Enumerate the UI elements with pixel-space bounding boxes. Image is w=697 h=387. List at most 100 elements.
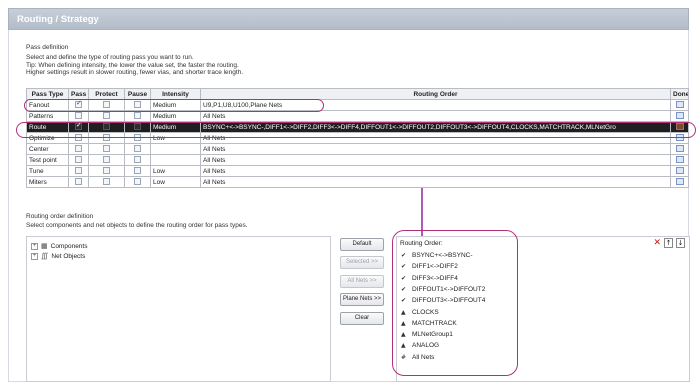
done-checkbox[interactable] xyxy=(675,155,684,163)
pause-checkbox[interactable] xyxy=(134,145,141,153)
protect-checkbox[interactable] xyxy=(103,167,110,175)
order-list-item[interactable]: ✔ DIFFOUT1<->DIFFOUT2 xyxy=(401,286,485,293)
pass-type-cell[interactable]: Optimize xyxy=(26,132,69,144)
intensity-cell[interactable]: Low xyxy=(150,132,201,144)
order-list-item[interactable]: ✔ DIFF1<->DIFF2 xyxy=(401,263,458,270)
routing-order-cell[interactable]: BSYNC+<->BSYNC-,DIFF1<->DIFF2,DIFF3<->DI… xyxy=(200,121,671,133)
routing-order-cell[interactable]: All Nets xyxy=(200,154,671,166)
pause-checkbox[interactable] xyxy=(134,178,141,186)
routing-order-list[interactable]: Routing Order: ✕ ↑ ↓ ✔ BSYNC+<->BSYNC- ✔ DI… xyxy=(396,236,690,382)
table-row[interactable]: Tune Low All Nets xyxy=(26,165,689,177)
pass-checkbox[interactable] xyxy=(75,101,82,109)
done-checkbox[interactable] xyxy=(675,133,684,141)
expand-icon[interactable]: + xyxy=(31,242,38,250)
order-list-item[interactable]: # All Nets xyxy=(401,354,434,361)
done-checkbox[interactable] xyxy=(675,177,684,185)
pause-checkbox[interactable] xyxy=(134,112,141,120)
pass-checkbox[interactable] xyxy=(75,178,82,186)
pass-checkbox[interactable] xyxy=(75,134,82,142)
pass-type-cell[interactable]: Route xyxy=(26,121,69,133)
object-tree[interactable]: + ▦ Components + ∭ Net Objects xyxy=(26,236,331,382)
table-row[interactable]: Fanout MediumU9,P1,U8,U100,Plane Nets xyxy=(26,99,689,111)
pass-type-cell[interactable]: Tune xyxy=(26,165,69,177)
pass-type-cell[interactable]: Test point xyxy=(26,154,69,166)
intensity-cell[interactable]: Low xyxy=(150,176,201,188)
table-row[interactable]: Optimize Low All Nets xyxy=(26,132,689,144)
protect-checkbox[interactable] xyxy=(103,145,110,153)
order-list-item[interactable]: ✔ BSYNC+<->BSYNC- xyxy=(401,252,473,259)
move-up-icon[interactable]: ↑ xyxy=(664,238,673,248)
column-header[interactable]: Intensity xyxy=(150,88,201,100)
default-button[interactable]: Default xyxy=(340,238,384,251)
pause-checkbox[interactable] xyxy=(134,167,141,175)
order-list-item[interactable]: ▲ CLOCKS xyxy=(401,309,439,316)
net-item-icon: ✔ xyxy=(401,285,407,293)
protect-checkbox[interactable] xyxy=(103,134,110,142)
tree-item-net-objects[interactable]: + ∭ Net Objects xyxy=(31,252,85,260)
done-checkbox[interactable] xyxy=(675,144,684,152)
routing-order-cell[interactable]: All Nets xyxy=(200,176,671,188)
pass-checkbox[interactable] xyxy=(75,156,82,164)
pass-checkbox[interactable] xyxy=(75,112,82,120)
intensity-cell[interactable] xyxy=(150,154,201,166)
order-list-item[interactable]: ✔ DIFF3<->DIFF4 xyxy=(401,275,458,282)
pass-type-cell[interactable]: Patterns xyxy=(26,110,69,122)
intensity-cell[interactable]: Medium xyxy=(150,121,201,133)
intensity-cell[interactable]: Medium xyxy=(150,110,201,122)
pass-type-cell[interactable]: Miters xyxy=(26,176,69,188)
pass-type-cell[interactable]: Center xyxy=(26,143,69,155)
pause-checkbox[interactable] xyxy=(134,123,141,131)
routing-order-cell[interactable]: U9,P1,U8,U100,Plane Nets xyxy=(200,99,671,111)
done-checkbox[interactable] xyxy=(675,111,684,119)
pass-type-cell[interactable]: Fanout xyxy=(26,99,69,111)
pass-checkbox xyxy=(68,154,89,166)
done-checkbox[interactable] xyxy=(675,100,684,108)
column-header[interactable]: Protect xyxy=(88,88,125,100)
pass-checkbox[interactable] xyxy=(75,123,82,131)
column-header[interactable]: Pass xyxy=(68,88,89,100)
table-row[interactable]: Center All Nets xyxy=(26,143,689,155)
table-row[interactable]: Miters Low All Nets xyxy=(26,176,689,188)
all-nets-button[interactable]: All Nets >> xyxy=(340,275,384,288)
order-list-item[interactable]: ▲ ANALOG xyxy=(401,342,439,349)
clear-button[interactable]: Clear xyxy=(340,312,384,325)
pause-checkbox[interactable] xyxy=(134,101,141,109)
protect-checkbox[interactable] xyxy=(103,156,110,164)
selected-button[interactable]: Selected >> xyxy=(340,256,384,269)
intensity-cell[interactable]: Medium xyxy=(150,99,201,111)
done-checkbox[interactable] xyxy=(675,122,684,130)
protect-checkbox[interactable] xyxy=(103,178,110,186)
pause-checkbox[interactable] xyxy=(134,134,141,142)
table-row[interactable]: Patterns Medium All Nets xyxy=(26,110,689,122)
order-list-item[interactable]: ✔ DIFFOUT3<->DIFFOUT4 xyxy=(401,297,485,304)
routing-order-cell[interactable]: All Nets xyxy=(200,165,671,177)
pass-checkbox[interactable] xyxy=(75,145,82,153)
net-item-icon: ▲ xyxy=(401,308,406,316)
routing-order-cell[interactable]: All Nets xyxy=(200,143,671,155)
net-item-icon: ▲ xyxy=(401,342,406,350)
protect-checkbox xyxy=(88,143,125,155)
protect-checkbox[interactable] xyxy=(103,112,110,120)
protect-checkbox[interactable] xyxy=(103,101,110,109)
table-row[interactable]: Route MediumBSYNC+<->BSYNC-,DIFF1<->DIFF2… xyxy=(26,121,689,133)
protect-checkbox[interactable] xyxy=(103,123,110,131)
order-list-item[interactable]: ▲ MATCHTRACK xyxy=(401,320,457,327)
move-down-icon[interactable]: ↓ xyxy=(676,238,685,248)
pause-checkbox[interactable] xyxy=(134,156,141,164)
intensity-cell[interactable] xyxy=(150,143,201,155)
done-checkbox[interactable] xyxy=(675,166,684,174)
intensity-cell[interactable]: Low xyxy=(150,165,201,177)
routing-order-cell[interactable]: All Nets xyxy=(200,110,671,122)
column-header[interactable]: Routing Order xyxy=(200,88,671,100)
table-row[interactable]: Test point All Nets xyxy=(26,154,689,166)
routing-order-cell[interactable]: All Nets xyxy=(200,132,671,144)
pass-checkbox[interactable] xyxy=(75,167,82,175)
tree-item-components[interactable]: + ▦ Components xyxy=(31,242,87,250)
delete-icon[interactable]: ✕ xyxy=(653,238,661,248)
order-list-item[interactable]: ▲ MLNetGroup1 xyxy=(401,331,453,338)
plane-nets-button[interactable]: Plane Nets >> xyxy=(340,293,384,306)
column-header[interactable]: Pass Type xyxy=(26,88,69,100)
expand-icon[interactable]: + xyxy=(31,252,38,260)
column-header[interactable]: Done xyxy=(670,88,689,100)
column-header[interactable]: Pause xyxy=(124,88,151,100)
